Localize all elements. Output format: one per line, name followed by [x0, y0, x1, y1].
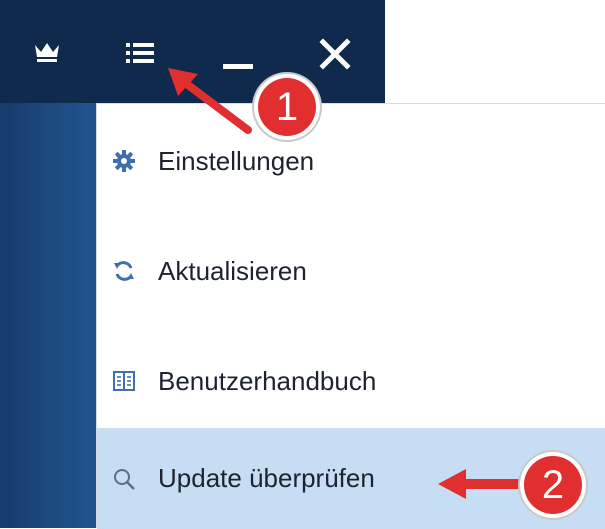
- step-1-badge: 1: [258, 78, 316, 136]
- menu-item-label: Aktualisieren: [158, 255, 307, 286]
- crown-icon[interactable]: [30, 36, 64, 70]
- app-side-panel: [0, 103, 96, 528]
- search-icon: [111, 466, 137, 492]
- hamburger-menu-icon[interactable]: [122, 36, 158, 70]
- annotation-arrow-1: [168, 68, 252, 134]
- close-icon[interactable]: [316, 36, 354, 72]
- window-background: [385, 0, 605, 103]
- menu-item-benutzerhandbuch[interactable]: Benutzerhandbuch: [97, 326, 605, 436]
- step-2-badge: 2: [524, 456, 582, 514]
- book-icon: [111, 368, 137, 394]
- menu-item-label: Einstellungen: [158, 145, 315, 176]
- menu-item-label: Update überprüfen: [158, 463, 375, 493]
- menu-item-label: Benutzerhandbuch: [158, 365, 377, 396]
- window-edge: [383, 18, 385, 76]
- refresh-icon: [111, 258, 137, 284]
- menu-item-aktualisieren[interactable]: Aktualisieren: [97, 216, 605, 326]
- annotation-arrow-2: [438, 469, 531, 499]
- gear-icon: [111, 148, 137, 174]
